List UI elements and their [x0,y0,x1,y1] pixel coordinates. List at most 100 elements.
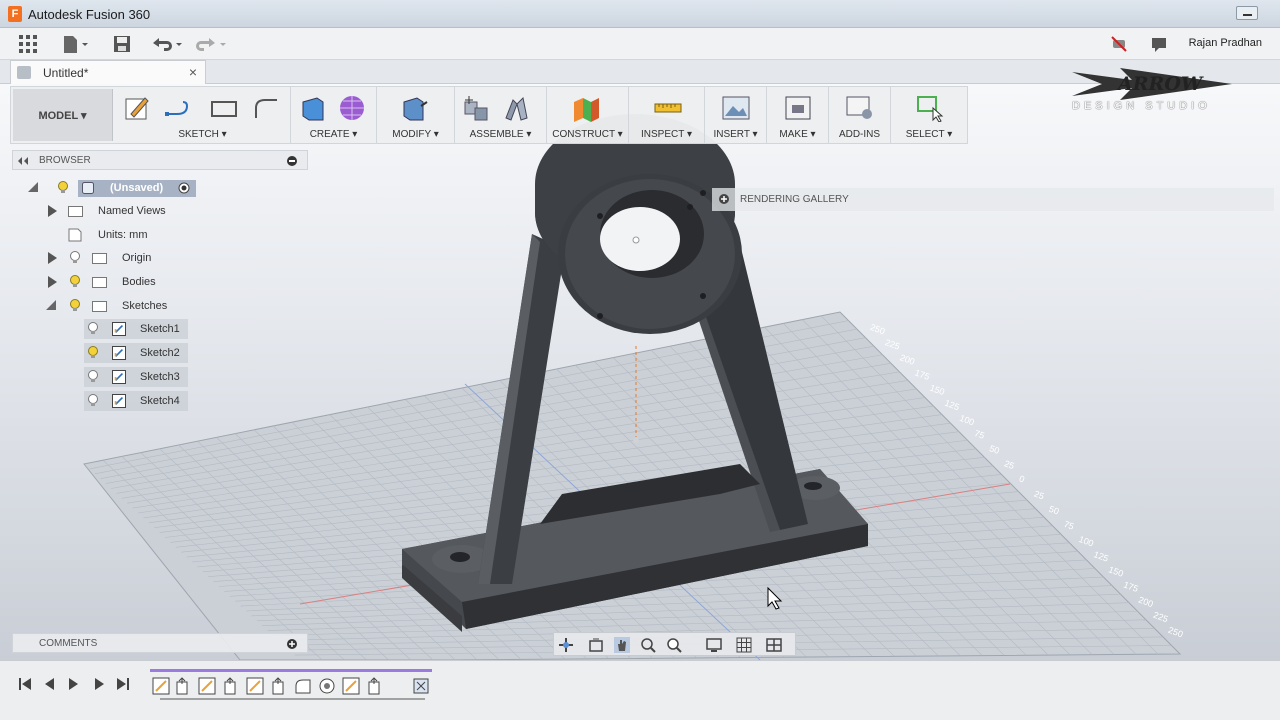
visibility-bulb-icon[interactable] [58,181,68,194]
timeline-extrude-icon[interactable] [174,677,192,695]
tree-item-origin[interactable]: Origin [46,248,196,268]
visibility-bulb-icon[interactable] [88,322,98,335]
file-menu-icon[interactable] [62,34,90,54]
zoom-icon[interactable] [640,637,656,653]
timeline-scrubber[interactable] [150,669,434,705]
timeline-hole-icon[interactable] [318,677,336,695]
tree-item-units[interactable]: Units: mm [46,225,196,245]
tree-item-sketches[interactable]: Sketches [46,296,196,316]
redo-icon[interactable] [194,34,230,54]
construct-group[interactable]: CONSTRUCT ▾ [547,87,629,143]
offline-icon[interactable] [1110,34,1128,54]
pan-hand-icon[interactable] [614,637,630,653]
expand-plus-icon[interactable] [719,194,729,204]
save-icon[interactable] [112,34,132,54]
visibility-bulb-icon[interactable] [88,370,98,383]
3d-print-icon[interactable] [783,94,813,122]
form-icon[interactable] [337,94,367,122]
offset-plane-icon[interactable] [571,94,601,122]
create-sketch-icon[interactable] [123,94,153,122]
go-to-start-icon[interactable] [16,675,34,693]
expand-arrow-icon[interactable] [48,276,57,288]
close-tab-icon[interactable]: × [189,64,197,80]
select-group[interactable]: SELECT ▾ [891,87,967,143]
visibility-bulb-icon[interactable] [70,275,80,288]
timeline-extrude-icon[interactable] [270,677,288,695]
select-icon[interactable] [915,94,945,122]
inspect-group[interactable]: INSPECT ▾ [629,87,705,143]
timeline-track[interactable] [150,669,434,705]
activate-radio-icon[interactable] [178,182,190,194]
timeline-sketch-icon[interactable] [342,677,360,695]
make-group[interactable]: MAKE ▾ [767,87,829,143]
extrude-icon[interactable] [297,94,327,122]
modify-group[interactable]: MODIFY ▾ [377,87,455,143]
fillet-sketch-icon[interactable] [251,94,281,122]
sketch-group[interactable]: SKETCH ▾ [115,87,291,143]
play-icon[interactable] [64,675,82,693]
visibility-bulb-icon[interactable] [88,346,98,359]
fit-zoom-icon[interactable] [666,637,682,653]
tree-item-named-views[interactable]: Named Views [46,201,196,221]
step-back-icon[interactable] [40,675,58,693]
minimize-button[interactable] [1236,6,1258,20]
measure-icon[interactable] [653,94,683,122]
add-ins-group[interactable]: ADD-INS [829,87,891,143]
timeline-extrude-icon[interactable] [366,677,384,695]
line-icon[interactable] [163,94,193,122]
browser-menu-icon[interactable] [287,156,297,166]
tree-item-bodies[interactable]: Bodies [46,272,196,292]
select-menu-label: SELECT ▾ [905,129,953,140]
tree-item-sketch[interactable]: Sketch4 [84,391,188,411]
create-group[interactable]: CREATE ▾ [291,87,377,143]
expand-arrow-icon[interactable] [48,252,57,264]
grid-tick-label: 125 [943,398,961,413]
look-at-icon[interactable] [588,637,604,653]
new-component-icon[interactable] [461,94,491,122]
sketch-icon [112,370,126,384]
rectangle-icon[interactable] [209,94,239,122]
undo-icon[interactable] [150,34,186,54]
collapse-browser-icon[interactable] [17,156,29,166]
timeline-sketch-icon[interactable] [246,677,264,695]
canvas-viewport[interactable]: 250 225 200 175 150 125 100 75 50 25 0 25 50 75 100 125… [0,84,1280,660]
browser-panel-header[interactable]: BROWSER [12,150,308,170]
step-forward-icon[interactable] [90,675,108,693]
comments-panel[interactable]: COMMENTS [12,633,308,653]
tree-item-sketch[interactable]: Sketch2 [84,343,188,363]
assemble-group[interactable]: ASSEMBLE ▾ [455,87,547,143]
timeline-sketch-icon[interactable] [198,677,216,695]
visibility-bulb-icon[interactable] [70,299,80,312]
expand-arrow-icon[interactable] [48,205,57,217]
apps-grid-icon[interactable] [18,34,38,54]
visibility-bulb-icon[interactable] [88,394,98,407]
tree-root[interactable]: (Unsaved) [26,178,196,198]
timeline-marker-icon[interactable] [412,677,430,695]
timeline-extrude-icon[interactable] [222,677,240,695]
notifications-icon[interactable] [1150,34,1168,54]
document-tab[interactable]: Untitled* × [10,60,206,84]
tree-item-sketch[interactable]: Sketch3 [84,367,188,387]
workspace-switcher[interactable]: MODEL ▾ [13,89,113,141]
insert-image-icon[interactable] [721,94,751,122]
viewports-icon[interactable] [766,637,782,653]
collapse-arrow-icon[interactable] [28,182,38,192]
timeline-sketch-icon[interactable] [152,677,170,695]
user-name[interactable]: Rajan Pradhan [1189,37,1262,49]
press-pull-icon[interactable] [399,94,429,122]
timeline-fillet-icon[interactable] [294,677,312,695]
insert-group[interactable]: INSERT ▾ [705,87,767,143]
add-comment-icon[interactable] [287,639,297,649]
grid-tick-label: 200 [899,352,917,367]
tree-item-sketch[interactable]: Sketch1 [84,319,188,339]
joint-icon[interactable] [501,94,531,122]
orbit-icon[interactable] [558,637,574,653]
scripts-addins-icon[interactable] [845,94,875,122]
display-settings-icon[interactable] [706,637,722,653]
model-scene[interactable]: 2502252001751501251007550250255075100125… [0,84,1280,660]
collapse-arrow-icon[interactable] [46,300,56,310]
grid-settings-icon[interactable] [736,637,752,653]
visibility-bulb-icon[interactable] [70,251,80,264]
rendering-gallery-bar[interactable]: RENDERING GALLERY [712,188,1274,211]
go-to-end-icon[interactable] [114,675,132,693]
